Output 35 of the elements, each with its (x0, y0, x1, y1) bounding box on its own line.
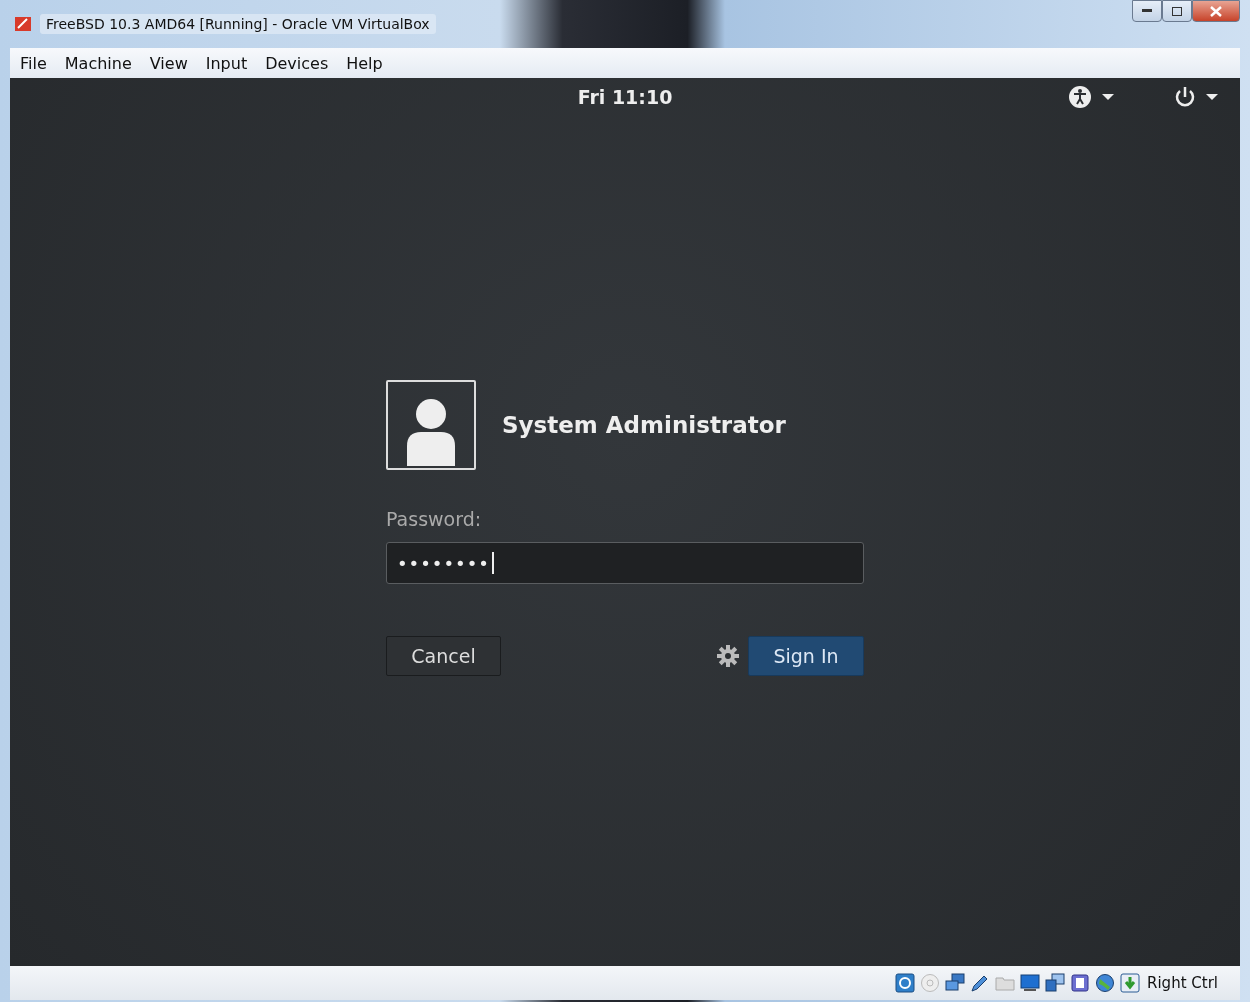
close-icon (1210, 5, 1222, 17)
maximize-icon (1172, 6, 1182, 16)
chip-icon (1070, 973, 1091, 993)
download-icon (1120, 973, 1141, 993)
clock[interactable]: Fri 11:10 (577, 86, 673, 108)
settings-icon[interactable] (716, 644, 740, 668)
menu-item[interactable]: Input (197, 53, 256, 73)
globe-icon (1095, 973, 1116, 993)
password-field[interactable]: •••••••• (386, 542, 864, 584)
app-icon (14, 15, 32, 33)
power-menu[interactable] (1174, 85, 1218, 109)
menu-item[interactable]: Devices (257, 53, 337, 73)
menu-item[interactable]: File (12, 53, 55, 73)
monitor-icon (1020, 973, 1041, 993)
close-button[interactable] (1192, 0, 1240, 22)
network-icon (945, 973, 966, 993)
minimize-button[interactable] (1132, 0, 1162, 22)
caret-icon (1206, 93, 1218, 101)
window-title: FreeBSD 10.3 AMD64 [Running] - Oracle VM VirtualBox (40, 14, 436, 34)
password-label: Password: (386, 508, 483, 530)
sign-in-button[interactable]: Sign In (748, 636, 864, 676)
menu-item[interactable]: Machine (56, 53, 140, 73)
maximize-button[interactable] (1162, 0, 1192, 22)
power-icon (1174, 86, 1196, 108)
accessibility-menu[interactable] (1068, 85, 1114, 109)
caret-icon (1102, 93, 1114, 101)
menu-item[interactable]: View (141, 53, 196, 73)
minimize-icon (1142, 9, 1152, 13)
cancel-button[interactable]: Cancel (386, 636, 501, 676)
screens-icon (1045, 973, 1066, 993)
user-name: System Administrator (502, 412, 786, 438)
host-key-label: Right Ctrl (1147, 974, 1218, 992)
menu-item[interactable]: Help (338, 53, 391, 73)
accessibility-icon (1068, 85, 1092, 109)
disc-icon (920, 973, 941, 993)
